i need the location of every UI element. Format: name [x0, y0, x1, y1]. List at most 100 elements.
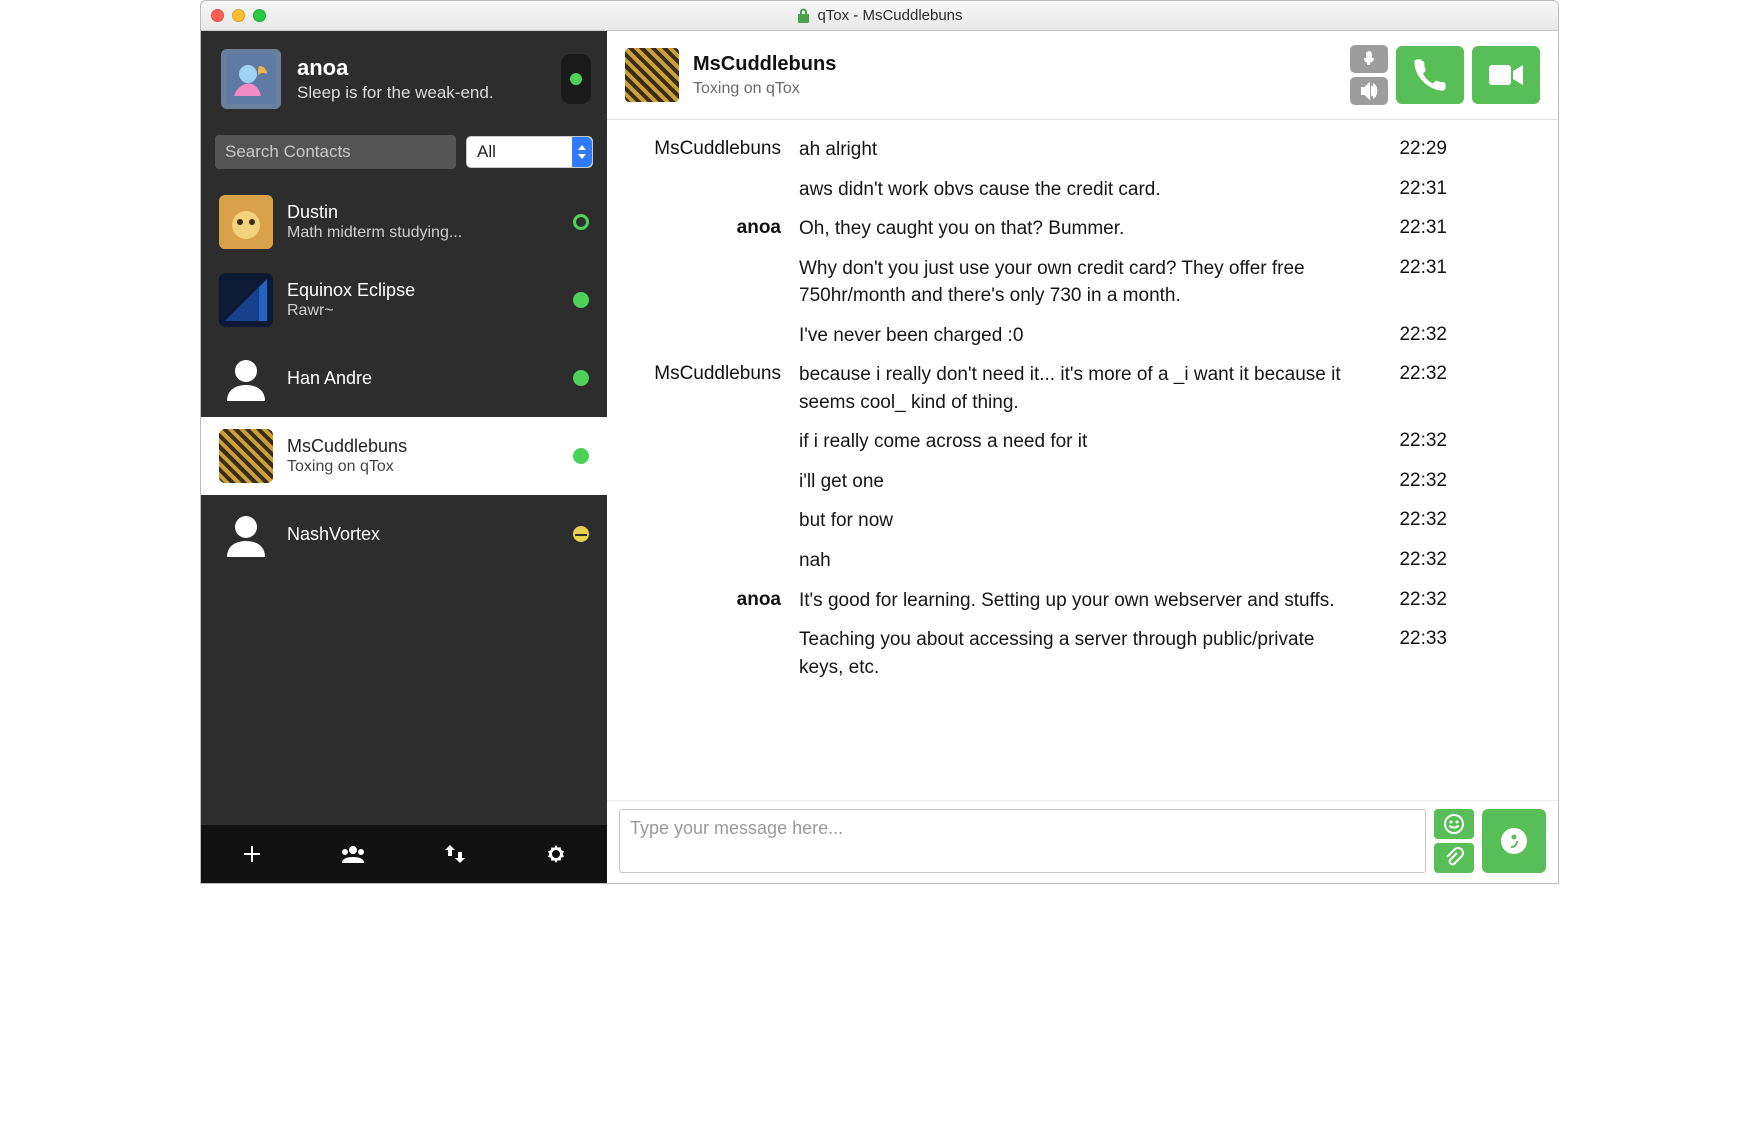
message-sender	[631, 468, 781, 470]
zoom-window-button[interactable]	[253, 9, 266, 22]
message-time: 22:32	[1377, 547, 1447, 571]
message-text: nah	[799, 547, 1359, 575]
chevron-updown-icon	[572, 137, 592, 167]
window-controls	[211, 9, 266, 22]
message-sender: anoa	[631, 215, 781, 239]
message-sender	[631, 547, 781, 549]
message-text: Why don't you just use your own credit c…	[799, 255, 1359, 310]
message-text: ah alright	[799, 136, 1359, 164]
message-time: 22:32	[1377, 361, 1447, 385]
message-text: I've never been charged :0	[799, 322, 1359, 350]
message-time: 22:31	[1377, 176, 1447, 200]
composer	[607, 800, 1558, 883]
lock-icon	[796, 7, 811, 24]
message-row: Teaching you about accessing a server th…	[631, 620, 1534, 687]
message-time: 22:29	[1377, 136, 1447, 160]
message-row: i'll get one22:32	[631, 462, 1534, 502]
self-name: anoa	[297, 55, 545, 81]
message-time: 22:33	[1377, 626, 1447, 650]
chat-contact-name: MsCuddlebuns	[693, 53, 836, 76]
mute-mic-button[interactable]	[1350, 45, 1388, 73]
message-row: anoa Oh, they caught you on that? Bummer.…	[631, 209, 1534, 249]
titlebar: qTox - MsCuddlebuns	[201, 1, 1558, 31]
message-text: Oh, they caught you on that? Bummer.	[799, 215, 1359, 243]
contact-filter-select[interactable]: All	[466, 136, 593, 168]
presence-indicator-icon	[573, 526, 589, 542]
message-sender	[631, 255, 781, 257]
message-time: 22:31	[1377, 255, 1447, 279]
close-window-button[interactable]	[211, 9, 224, 22]
presence-indicator-icon	[573, 214, 589, 230]
message-time: 22:32	[1377, 507, 1447, 531]
message-text: Teaching you about accessing a server th…	[799, 626, 1359, 681]
contact-filter-value: All	[477, 142, 496, 162]
contact-status: Toxing on qTox	[287, 458, 559, 476]
contacts-list: DustinMath midterm studying...Equinox Ec…	[201, 183, 607, 825]
presence-indicator-icon	[573, 448, 589, 464]
video-call-button[interactable]	[1472, 46, 1540, 104]
chat-header: MsCuddlebuns Toxing on qTox	[607, 31, 1558, 120]
message-sender: MsCuddlebuns	[631, 361, 781, 385]
group-chat-button[interactable]	[331, 832, 375, 876]
message-sender: anoa	[631, 587, 781, 611]
message-text: It's good for learning. Setting up your …	[799, 587, 1359, 615]
contact-name: MsCuddlebuns	[287, 436, 559, 457]
contact-item[interactable]: Han Andre	[201, 339, 607, 417]
message-sender	[631, 176, 781, 178]
emoji-button[interactable]	[1434, 809, 1474, 839]
message-row: Why don't you just use your own credit c…	[631, 249, 1534, 316]
sidebar: anoa Sleep is for the weak-end. All Dust…	[201, 31, 607, 883]
message-row: MsCuddlebuns ah alright 22:29	[631, 130, 1534, 170]
contact-avatar	[219, 195, 273, 249]
message-text: but for now	[799, 507, 1359, 535]
message-text: if i really come across a need for it	[799, 428, 1359, 456]
message-sender: MsCuddlebuns	[631, 136, 781, 160]
chat-panel: MsCuddlebuns Toxing on qTox	[607, 31, 1558, 883]
message-row: nah 22:32	[631, 541, 1534, 581]
self-presence-toggle[interactable]	[561, 54, 591, 104]
message-text: because i really don't need it... it's m…	[799, 361, 1359, 416]
message-sender	[631, 322, 781, 324]
contact-item[interactable]: MsCuddlebunsToxing on qTox	[201, 417, 607, 495]
mute-speaker-button[interactable]	[1350, 77, 1388, 105]
contact-item[interactable]: DustinMath midterm studying...	[201, 183, 607, 261]
message-row: anoa It's good for learning. Setting up y…	[631, 581, 1534, 621]
message-row: aws didn't work obvs cause the credit ca…	[631, 170, 1534, 210]
chat-contact-avatar[interactable]	[625, 48, 679, 102]
message-sender	[631, 626, 781, 628]
window-title: qTox - MsCuddlebuns	[817, 7, 962, 24]
messages-list[interactable]: MsCuddlebuns ah alright 22:29 aws didn't wo…	[607, 120, 1558, 800]
audio-call-button[interactable]	[1396, 46, 1464, 104]
self-status: Sleep is for the weak-end.	[297, 83, 545, 103]
contact-avatar	[219, 351, 273, 405]
self-avatar[interactable]	[221, 49, 281, 109]
message-time: 22:31	[1377, 215, 1447, 239]
presence-indicator-icon	[573, 292, 589, 308]
contact-item[interactable]: NashVortex	[201, 495, 607, 573]
message-time: 22:32	[1377, 322, 1447, 346]
contact-name: Equinox Eclipse	[287, 280, 559, 301]
message-input[interactable]	[619, 809, 1426, 873]
search-input[interactable]	[215, 135, 456, 169]
app-window: qTox - MsCuddlebuns anoa Sleep is for th…	[200, 0, 1559, 884]
contact-avatar	[219, 429, 273, 483]
contact-status: Math midterm studying...	[287, 224, 559, 242]
message-row: but for now 22:32	[631, 501, 1534, 541]
contact-name: Han Andre	[287, 368, 559, 389]
self-profile[interactable]: anoa Sleep is for the weak-end.	[201, 31, 607, 129]
sidebar-toolbar	[201, 825, 607, 883]
message-row: MsCuddlebuns because i really don't need …	[631, 355, 1534, 422]
presence-indicator-icon	[573, 370, 589, 386]
message-sender	[631, 428, 781, 430]
settings-button[interactable]	[534, 832, 578, 876]
message-sender	[631, 507, 781, 509]
file-transfers-button[interactable]	[433, 832, 477, 876]
message-text: aws didn't work obvs cause the credit ca…	[799, 176, 1359, 204]
minimize-window-button[interactable]	[232, 9, 245, 22]
attach-file-button[interactable]	[1434, 843, 1474, 873]
add-contact-button[interactable]	[230, 832, 274, 876]
message-row: if i really come across a need for it22:…	[631, 422, 1534, 462]
message-row: I've never been charged :0 22:32	[631, 316, 1534, 356]
send-button[interactable]	[1482, 809, 1546, 873]
contact-item[interactable]: Equinox EclipseRawr~	[201, 261, 607, 339]
